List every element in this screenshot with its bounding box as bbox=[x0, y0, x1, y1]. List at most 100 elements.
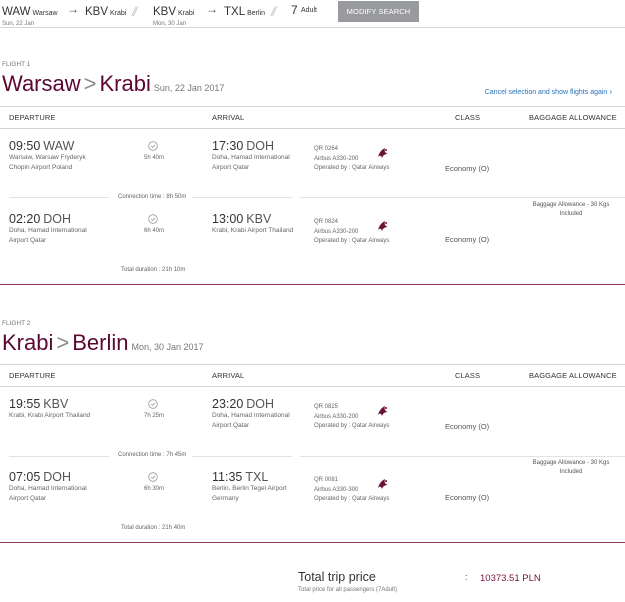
flight-1-label: FLIGHT 1 bbox=[2, 61, 31, 68]
search-leg-2-origin: KBV Krabi Mon, 30 Jan bbox=[153, 2, 194, 27]
dep-airport-code: KBV bbox=[43, 397, 69, 411]
flight-1-origin: Warsaw bbox=[2, 71, 81, 96]
divider bbox=[0, 386, 625, 387]
dep-time: 19:55 bbox=[9, 397, 41, 411]
arrival-time: 23:20 DOH bbox=[212, 397, 274, 411]
clock-icon bbox=[148, 399, 158, 409]
arrival-place: Berlin, Berlin Tegel Airport Germany bbox=[212, 485, 287, 502]
departure-time: 07:05 DOH bbox=[9, 470, 71, 484]
trip-total-title: Total trip price bbox=[298, 570, 376, 584]
cabin-class: Economy (O) bbox=[445, 493, 490, 502]
arrival-place: Krabi, Krabi Airport Thailand bbox=[212, 227, 294, 234]
trip-total-subtitle: Total price for all passengers (7Adult) bbox=[298, 587, 398, 593]
arrow-right-icon: → bbox=[67, 2, 79, 16]
flight-duration: 6h 40m bbox=[144, 228, 165, 234]
dep-airport-code: DOH bbox=[43, 470, 72, 484]
arr-time: 23:20 bbox=[212, 397, 244, 411]
leg2-from-code: KBV bbox=[153, 6, 177, 18]
clock-icon bbox=[148, 472, 158, 482]
departure-time: 02:20 DOH bbox=[9, 212, 71, 226]
connection-line bbox=[300, 456, 625, 457]
connection-line bbox=[300, 197, 625, 198]
column-header-class: CLASS bbox=[455, 113, 481, 122]
trip-total-price: 10373.51 PLN bbox=[480, 573, 541, 584]
leg1-from-city: Warsaw bbox=[32, 10, 58, 17]
flight-duration: 7h 25m bbox=[144, 413, 165, 419]
arr-airport-code: DOH bbox=[246, 139, 275, 153]
passenger-count: 7 bbox=[291, 3, 298, 17]
separator-icon: // bbox=[132, 4, 137, 19]
baggage-allowance: Baggage Allowance - 30 Kgs Included bbox=[532, 202, 610, 217]
arrival-time: 17:30 DOH bbox=[212, 139, 274, 153]
departure-time: 09:50 WAW bbox=[9, 139, 74, 153]
arr-time: 13:00 bbox=[212, 212, 244, 226]
flight-2-origin: Krabi bbox=[2, 330, 54, 355]
connection-time: Connection time : 8h 50m bbox=[118, 194, 187, 200]
modify-search-button[interactable]: MODIFY SEARCH bbox=[338, 1, 419, 22]
flight-2-date: Mon, 30 Jan 2017 bbox=[131, 342, 204, 352]
chevron-right-icon: › bbox=[609, 87, 612, 96]
section-divider bbox=[0, 542, 625, 543]
arrow-right-icon: → bbox=[206, 2, 218, 16]
column-header-departure: DEPARTURE bbox=[9, 371, 56, 380]
clock-icon bbox=[148, 214, 158, 224]
arr-airport-code: KBV bbox=[246, 212, 272, 226]
chevron-right-icon: > bbox=[56, 330, 70, 355]
leg2-to-city: Berlin bbox=[247, 10, 265, 17]
operator: Operated by : Qatar Airways bbox=[314, 496, 390, 503]
connection-line bbox=[9, 456, 109, 457]
departure-time: 19:55 KBV bbox=[9, 397, 68, 411]
arr-time: 17:30 bbox=[212, 139, 244, 153]
column-header-arrival: ARRIVAL bbox=[212, 371, 245, 380]
qatar-airways-logo-icon bbox=[378, 479, 388, 489]
leg2-from-city: Krabi bbox=[178, 10, 195, 17]
chevron-right-icon: > bbox=[83, 71, 97, 96]
dep-time: 09:50 bbox=[9, 139, 41, 153]
dep-time: 02:20 bbox=[9, 212, 41, 226]
connection-line bbox=[192, 456, 292, 457]
column-header-baggage: BAGGAGE ALLOWANCE bbox=[529, 371, 617, 380]
operator: Operated by : Qatar Airways bbox=[314, 423, 390, 430]
operator: Operated by : Qatar Airways bbox=[314, 238, 390, 245]
column-header-arrival: ARRIVAL bbox=[212, 113, 245, 122]
leg2-to-code: TXL bbox=[224, 6, 246, 18]
departure-place: Doha, Hamad International Airport Qatar bbox=[9, 227, 87, 244]
flight-1-date: Sun, 22 Jan 2017 bbox=[153, 83, 225, 93]
leg1-to-code: KBV bbox=[85, 6, 109, 18]
cancel-selection-link[interactable]: Cancel selection and show flights again › bbox=[485, 87, 612, 96]
leg1-to-city: Krabi bbox=[110, 10, 127, 17]
arr-time: 11:35 bbox=[212, 470, 243, 484]
arrival-place: Doha, Hamad International Airport Qatar bbox=[212, 412, 290, 429]
departure-place: Warsaw, Warsaw Fryderyk Chopin Airport P… bbox=[9, 154, 86, 171]
clock-icon bbox=[148, 141, 158, 151]
flight-duration: 6h 30m bbox=[144, 486, 165, 492]
search-leg-2-destination: TXL Berlin bbox=[224, 2, 265, 20]
trip-total-colon: : bbox=[465, 572, 468, 582]
cabin-class: Economy (O) bbox=[445, 422, 490, 431]
cabin-class: Economy (O) bbox=[445, 235, 490, 244]
dep-airport-code: WAW bbox=[43, 139, 75, 153]
separator-icon: // bbox=[271, 4, 276, 19]
operator: Operated by : Qatar Airways bbox=[314, 165, 390, 172]
divider bbox=[0, 128, 625, 129]
column-header-class: CLASS bbox=[455, 371, 481, 380]
departure-place: Krabi, Krabi Airport Thailand bbox=[9, 412, 91, 419]
section-divider bbox=[0, 284, 625, 285]
flight-2-destination: Berlin bbox=[72, 330, 129, 355]
arr-airport-code: DOH bbox=[246, 397, 275, 411]
flight-1-heading: Warsaw > Krabi Sun, 22 Jan 2017 bbox=[2, 71, 224, 97]
dep-time: 07:05 bbox=[9, 470, 41, 484]
column-header-baggage: BAGGAGE ALLOWANCE bbox=[529, 113, 617, 122]
qatar-airways-logo-icon bbox=[378, 221, 388, 231]
divider bbox=[0, 106, 625, 107]
divider bbox=[0, 364, 625, 365]
qatar-airways-logo-icon bbox=[378, 148, 388, 158]
connection-line bbox=[9, 197, 109, 198]
flight-2-label: FLIGHT 2 bbox=[2, 320, 31, 327]
dep-airport-code: DOH bbox=[43, 212, 72, 226]
total-duration: Total duration : 21h 10m bbox=[121, 267, 186, 273]
divider bbox=[0, 27, 625, 28]
arr-airport-code: TXL bbox=[245, 470, 269, 484]
cancel-selection-label: Cancel selection and show flights again bbox=[484, 89, 608, 96]
passenger-type: Adult bbox=[301, 7, 317, 14]
